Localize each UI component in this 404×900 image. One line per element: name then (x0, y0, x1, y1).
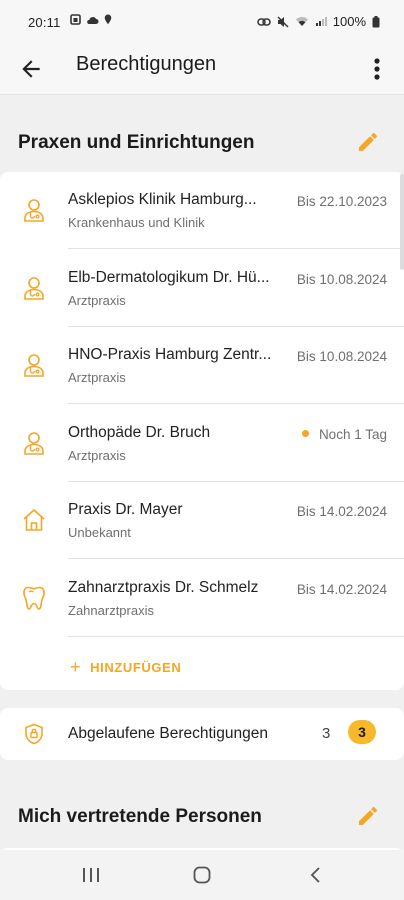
doctor-icon (20, 274, 48, 302)
practice-name: Orthopäde Dr. Bruch (68, 423, 211, 441)
practice-name: Praxis Dr. Mayer (68, 501, 183, 518)
gallery-notification-icon (70, 14, 81, 25)
expiry-date: Bis 14.02.2024 (297, 582, 387, 597)
expiry-text: Noch 1 Tag (318, 426, 387, 442)
wifi-icon (295, 17, 308, 26)
representatives-section-title: Mich vertretende Personen (18, 806, 262, 827)
house-icon (20, 506, 48, 534)
back-arrow-icon[interactable] (18, 56, 44, 82)
link-icon (257, 17, 271, 26)
expiry-date: Bis 10.08.2024 (297, 349, 387, 364)
practice-list-item[interactable]: Praxis Dr. Mayer Unbekannt Bis 14.02.2024 (0, 482, 404, 559)
expiry-text: Bis 10.08.2024 (296, 271, 387, 287)
doctor-icon (20, 351, 48, 379)
expiry-date: Bis 14.02.2024 (297, 504, 387, 519)
warning-dot-icon (301, 429, 309, 437)
signal-icon (315, 17, 327, 26)
status-time: 20:11 (28, 15, 61, 30)
expiry-text: Bis 14.02.2024 (296, 504, 387, 519)
battery-percentage: 100% (332, 14, 366, 29)
practice-list-item[interactable]: Asklepios Klinik Hamburg... Krankenhaus u… (0, 172, 404, 249)
practice-name: Asklepios Klinik Hamburg... (68, 191, 257, 208)
mute-icon (277, 16, 289, 27)
shield-icon (25, 723, 43, 745)
more-options-icon[interactable] (370, 54, 384, 84)
home-icon[interactable] (193, 866, 211, 884)
practices-section-header: Praxen und Einrichtungen (0, 112, 404, 172)
expiry-date: Bis 10.08.2024 (297, 272, 387, 287)
tooth-icon (20, 584, 48, 612)
practice-list-item[interactable]: Elb-Dermatologikum Dr. Hü... Arztpraxis Bi… (0, 250, 404, 327)
expiry-warning: Noch 1 Tag (301, 426, 387, 442)
expiry-text: Bis 10.08.2024 (296, 349, 387, 364)
expiry-text: Bis 22.10.2023 (296, 194, 387, 209)
status-notification-icons (70, 14, 112, 25)
edit-pencil-icon[interactable] (356, 804, 380, 828)
recent-apps-icon[interactable] (80, 867, 102, 883)
practice-type: Arztpraxis (68, 292, 126, 308)
practice-name: Elb-Dermatologikum Dr. Hü... (68, 268, 270, 286)
cloud-icon (87, 16, 99, 24)
location-pin-icon (104, 14, 112, 25)
practices-card: Asklepios Klinik Hamburg... Krankenhaus u… (0, 172, 404, 690)
add-button-label: HINZUFÜGEN (90, 659, 182, 675)
practice-list-item[interactable]: Orthopäde Dr. Bruch Arztpraxis Noch 1 Tag (0, 405, 404, 482)
nav-back-icon[interactable] (308, 866, 324, 884)
practice-type: Arztpraxis (68, 370, 126, 385)
expired-permissions-label: Abgelaufene Berechtigungen (68, 725, 268, 742)
representatives-section-header: Mich vertretende Personen (0, 786, 404, 846)
scrollbar[interactable] (400, 174, 404, 270)
expired-badge: 3 (348, 720, 376, 744)
practice-type: Zahnarztpraxis (68, 602, 154, 618)
add-practice-button[interactable]: + HINZUFÜGEN (70, 656, 181, 678)
practices-section-title: Praxen und Einrichtungen (18, 132, 255, 153)
page-title: Berechtigungen (76, 53, 217, 75)
plus-icon: + (70, 657, 82, 677)
status-system-icons: 100% (257, 14, 380, 29)
status-bar: 20:11 100% (0, 0, 404, 44)
practice-type: Arztpraxis (68, 447, 126, 463)
row-divider (68, 635, 404, 637)
expired-count: 3 (322, 725, 331, 742)
edit-pencil-icon[interactable] (356, 130, 380, 154)
expiry-text: Bis 14.02.2024 (296, 581, 387, 597)
battery-icon (372, 15, 380, 27)
practice-list-item[interactable]: HNO-Praxis Hamburg Zentr... Arztpraxis Bis… (0, 327, 404, 404)
expired-permissions-item[interactable]: Abgelaufene Berechtigungen 3 3 (0, 708, 404, 760)
expiry-date: Bis 22.10.2023 (297, 194, 387, 209)
practice-type: Krankenhaus und Klinik (68, 215, 205, 230)
doctor-icon (20, 196, 48, 224)
practice-name: Zahnarztpraxis Dr. Schmelz (68, 578, 259, 596)
system-navigation-bar (0, 850, 404, 900)
practice-type: Unbekannt (68, 525, 131, 540)
practice-list-item[interactable]: Zahnarztpraxis Dr. Schmelz Zahnarztpraxis… (0, 560, 404, 637)
practice-name: HNO-Praxis Hamburg Zentr... (68, 346, 272, 363)
doctor-icon (20, 429, 48, 457)
app-bar: Berechtigungen (0, 44, 404, 95)
